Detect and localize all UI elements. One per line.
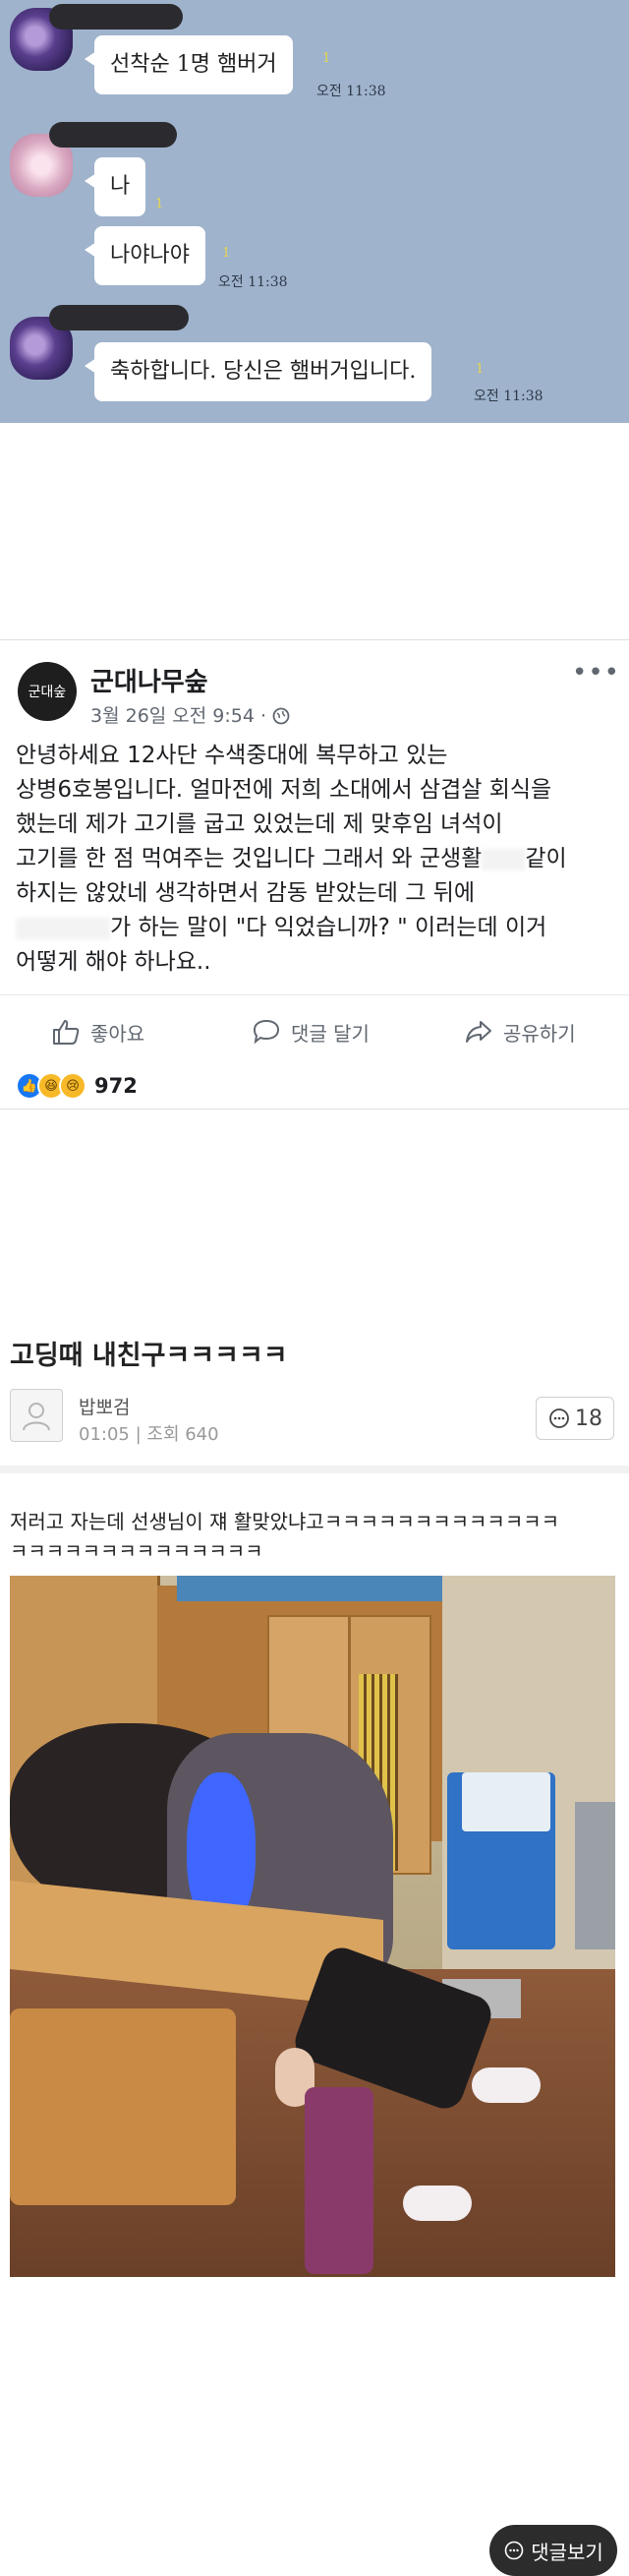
post-title: 고딩때 내친구ㅋㅋㅋㅋㅋ [10, 1341, 288, 1371]
chat-screenshot: 선착순 1명 햄버거 1 오전 11:38 나 1 나야나야 1 오전 11:3… [0, 0, 629, 423]
chat-bubble[interactable]: 선착순 1명 햄버거 [85, 35, 293, 94]
thumbs-up-icon [53, 1020, 80, 1045]
post-meta: 3월 26일 오전 9:54 · [90, 701, 290, 728]
sender-name-redacted [49, 305, 189, 330]
share-button[interactable]: 공유하기 [464, 995, 576, 1068]
photo-blue-board [177, 1576, 442, 1601]
photo-shoe [403, 2186, 472, 2221]
comment-label: 댓글 달기 [291, 1021, 370, 1046]
page-avatar[interactable]: 군대숲 [18, 662, 77, 721]
comment-count-button[interactable]: 18 [536, 1397, 614, 1440]
post-line: 안녕하세요 12사단 수색중대에 복무하고 있는 [16, 743, 448, 768]
comment-icon [549, 1408, 569, 1428]
post-body: 안녕하세요 12사단 수색중대에 복무하고 있는 상병6호봉입니다. 얼마전에 … [16, 739, 617, 980]
post-photo[interactable] [10, 1576, 615, 2277]
post-timestamp[interactable]: 3월 26일 오전 9:54 · [90, 705, 272, 727]
post-line: 가 하는 말이 "다 익었습니까? " 이러는데 이거 [16, 911, 617, 945]
section-divider [0, 1466, 629, 1473]
message-time: 오전 11:38 [316, 84, 386, 99]
share-label: 공유하기 [503, 1021, 576, 1046]
unread-count: 1 [155, 197, 164, 211]
chat-bubble[interactable]: 나 [84, 157, 146, 216]
globe-icon [272, 707, 290, 725]
facebook-post: 군대숲 군대나무숲 3월 26일 오전 9:54 · ••• 안녕하세요 12사… [0, 639, 629, 1109]
post-line: ㅋㅋㅋㅋㅋㅋㅋㅋㅋㅋㅋㅋㅋㅋ [10, 1539, 263, 1563]
sad-reaction-icon: 😢 [59, 1072, 86, 1100]
post-line: 상병6호봉입니다. 얼마전에 저희 소대에서 삼겹살 회식을 [16, 777, 552, 803]
post-line: 저러고 자는데 선생님이 쟤 활맞았냐고ㅋㅋㅋㅋㅋㅋㅋㅋㅋㅋㅋㅋㅋ [10, 1510, 560, 1533]
unread-count: 1 [476, 362, 485, 377]
post-meta: 01:05 | 조회 640 [79, 1424, 219, 1445]
message-time: 오전 11:38 [218, 274, 288, 290]
photo-trash-lid [462, 1772, 550, 1831]
comment-count: 18 [575, 1406, 602, 1431]
post-text: 가 하는 말이 "다 익었습니까? " 이러는데 이거 [110, 915, 547, 940]
page-name[interactable]: 군대나무숲 [90, 662, 208, 698]
reaction-summary[interactable]: 👍 😆 😢 972 [16, 1071, 138, 1101]
comment-icon [504, 2541, 524, 2560]
photo-shoe [472, 2067, 541, 2103]
author-name[interactable]: 밥뽀검 [79, 1393, 130, 1419]
photo-chair [10, 2008, 236, 2205]
post-text: 고기를 한 점 먹여주는 것입니다 그래서 와 군생활 [16, 846, 483, 871]
redaction-blur [16, 917, 110, 939]
post-line: 하지는 않았네 생각하면서 감동 받았는데 그 뒤에 [16, 880, 476, 906]
unread-count: 1 [322, 51, 331, 66]
photo-bag [305, 2087, 373, 2274]
post-action-bar: 좋아요 댓글 달기 공유하기 [0, 994, 629, 1068]
forum-post: 고딩때 내친구ㅋㅋㅋㅋㅋ 밥뽀검 01:05 | 조회 640 18 저러고 자… [0, 1318, 629, 2576]
more-options-icon[interactable]: ••• [572, 658, 620, 688]
post-body: 저러고 자는데 선생님이 쟤 활맞았냐고ㅋㅋㅋㅋㅋㅋㅋㅋㅋㅋㅋㅋㅋ ㅋㅋㅋㅋㅋㅋ… [10, 1507, 619, 1566]
like-label: 좋아요 [90, 1021, 145, 1046]
post-line: 어떻게 해야 하나요.. [16, 949, 211, 975]
post-line: 했는데 제가 고기를 굽고 있었는데 제 맞후임 녀석이 [16, 811, 503, 837]
post-text: 같이 [525, 846, 567, 871]
unread-count: 1 [222, 246, 231, 261]
photo-grey-bin [575, 1802, 615, 1949]
view-comments-button[interactable]: 댓글보기 [489, 2525, 617, 2576]
sender-name-redacted [49, 122, 177, 148]
user-icon [23, 1403, 50, 1431]
view-comments-label: 댓글보기 [531, 2540, 603, 2564]
author-avatar[interactable] [10, 1389, 63, 1442]
post-line: 고기를 한 점 먹여주는 것입니다 그래서 와 군생활 같이 [16, 842, 617, 876]
message-time: 오전 11:38 [474, 389, 543, 404]
speech-bubble-icon [253, 1019, 280, 1045]
redaction-blur [482, 848, 526, 870]
reaction-count: 972 [94, 1074, 138, 1098]
sender-name-redacted [49, 4, 183, 30]
share-arrow-icon [466, 1021, 491, 1043]
like-button[interactable]: 좋아요 [51, 995, 144, 1068]
chat-bubble[interactable]: 나야나야 [85, 226, 205, 285]
comment-button[interactable]: 댓글 달기 [252, 995, 370, 1068]
chat-bubble[interactable]: 축하합니다. 당신은 햄버거입니다. [84, 342, 432, 401]
page-avatar-label: 군대숲 [28, 685, 67, 700]
